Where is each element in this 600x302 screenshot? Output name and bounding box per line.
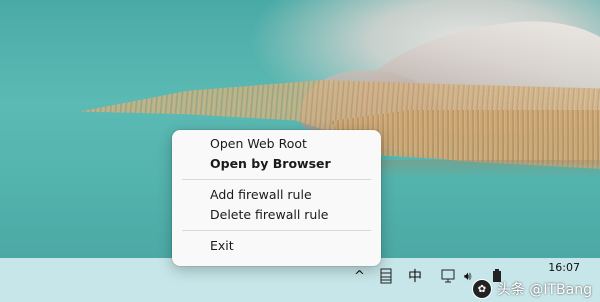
network-icon[interactable]	[440, 268, 458, 284]
monitor-network-icon	[441, 269, 455, 283]
server-app-tray-icon[interactable]	[378, 268, 394, 284]
menu-item-open-web-root[interactable]: Open Web Root	[172, 134, 381, 154]
watermark-text: 头条 @ITBang	[496, 282, 592, 298]
menu-item-delete-firewall-rule[interactable]: Delete firewall rule	[172, 205, 381, 225]
clock-time: 16:07	[548, 261, 580, 274]
server-icon	[380, 268, 392, 284]
menu-item-open-by-browser[interactable]: Open by Browser	[172, 154, 381, 174]
show-hidden-icons-chevron-icon[interactable]: ^	[354, 268, 365, 284]
menu-item-add-firewall-rule[interactable]: Add firewall rule	[172, 185, 381, 205]
wallpaper-reflection	[360, 160, 600, 178]
menu-separator	[182, 230, 371, 231]
watermark-logo-icon: ✿	[471, 279, 492, 299]
menu-separator	[182, 179, 371, 180]
taskbar-clock[interactable]: 16:07	[548, 261, 580, 274]
volume-icon[interactable]: 🔊︎	[464, 268, 472, 284]
watermark: ✿ 头条 @ITBang	[471, 279, 592, 299]
menu-item-exit[interactable]: Exit	[172, 236, 381, 256]
tray-context-menu: Open Web Root Open by Browser Add firewa…	[172, 130, 381, 266]
input-method-indicator[interactable]: 中	[408, 268, 422, 285]
